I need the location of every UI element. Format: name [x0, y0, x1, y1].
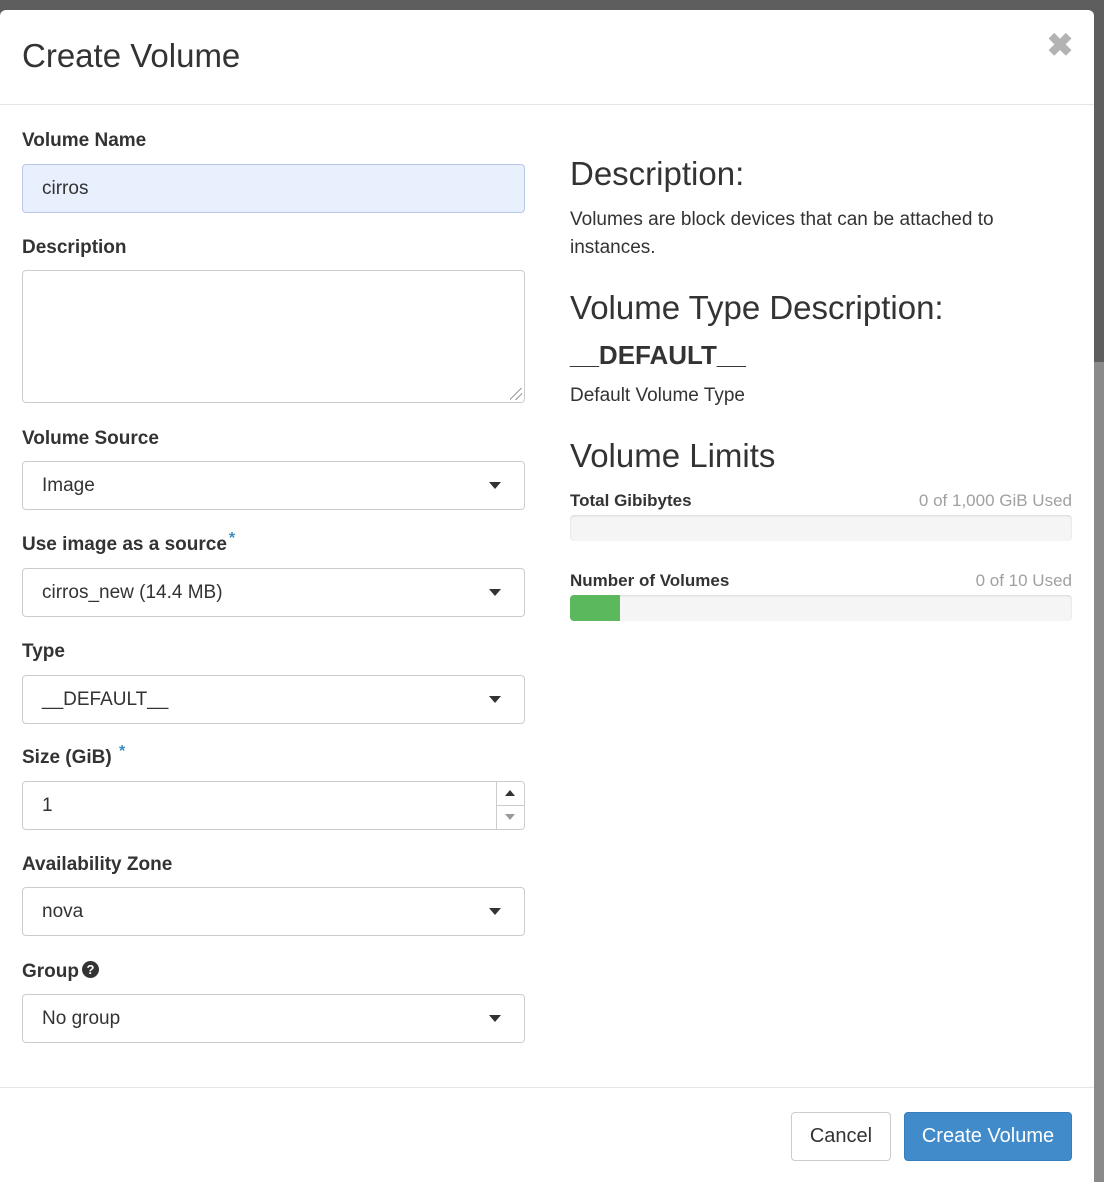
close-icon[interactable]: ✖: [1043, 28, 1077, 62]
volume-source-label: Volume Source: [22, 428, 159, 449]
limit-used-gibibytes: 0 of 1,000 GiB Used: [918, 491, 1072, 510]
volume-limits-heading: Volume Limits: [570, 437, 776, 474]
availability-zone-value: nova: [42, 901, 84, 922]
size-value: 1: [42, 795, 53, 816]
description-heading: Description:: [570, 155, 745, 192]
required-marker: *: [228, 530, 236, 547]
type-select[interactable]: __DEFAULT__: [22, 675, 525, 724]
limit-used-volumes: 0 of 10 Used: [975, 571, 1072, 590]
group-label: Group?: [22, 960, 99, 984]
type-value: __DEFAULT__: [42, 689, 169, 710]
page-backdrop-edge-lower: [1094, 362, 1104, 1182]
caret-down-icon: [489, 696, 501, 703]
volume-source-value: Image: [42, 475, 95, 496]
availability-zone-select[interactable]: nova: [22, 887, 525, 936]
size-label-text: Size (GiB): [22, 747, 112, 768]
image-source-value: cirros_new (14.4 MB): [42, 582, 223, 603]
size-label: Size (GiB) *: [22, 743, 126, 770]
volumes-progress: [570, 595, 1072, 621]
type-label: Type: [22, 641, 65, 662]
image-source-label-text: Use image as a source: [22, 534, 227, 555]
caret-down-icon: [489, 589, 501, 596]
create-volume-modal: Create Volume ✖ Volume Name cirros Descr…: [0, 10, 1094, 1182]
modal-title: Create Volume: [22, 37, 241, 74]
size-stepper: [496, 782, 524, 829]
volumes-progress-bar: [570, 595, 621, 621]
volume-type-text: Default Volume Type: [570, 385, 745, 406]
description-text: Volumes are block devices that can be at…: [570, 209, 994, 258]
volume-name-label: Volume Name: [22, 130, 147, 151]
volume-source-select[interactable]: Image: [22, 461, 525, 510]
image-source-select[interactable]: cirros_new (14.4 MB): [22, 568, 525, 617]
modal-footer: Cancel Create Volume: [0, 1087, 1094, 1182]
gibibytes-progress: [570, 515, 1072, 541]
cancel-button[interactable]: Cancel: [791, 1112, 891, 1161]
group-select[interactable]: No group: [22, 994, 525, 1043]
volume-name-value: cirros: [42, 178, 89, 199]
resize-handle-icon[interactable]: [510, 388, 522, 400]
modal-header: Create Volume ✖: [0, 10, 1094, 105]
group-value: No group: [42, 1008, 121, 1029]
volume-name-input[interactable]: cirros: [22, 164, 525, 213]
required-marker: *: [119, 743, 126, 760]
availability-zone-label: Availability Zone: [22, 854, 173, 875]
description-label: Description: [22, 237, 127, 258]
image-source-label: Use image as a source *: [22, 530, 236, 557]
question-circle-icon[interactable]: ?: [82, 961, 99, 979]
increment-arrow-icon[interactable]: [497, 782, 524, 806]
description-textarea[interactable]: [22, 270, 525, 403]
volume-type-name: __DEFAULT__: [570, 340, 746, 370]
decrement-arrow-icon[interactable]: [497, 805, 524, 828]
caret-down-icon: [489, 908, 501, 915]
caret-down-icon: [489, 1015, 501, 1022]
create-volume-button[interactable]: Create Volume: [904, 1112, 1072, 1161]
limit-label-volumes: Number of Volumes: [570, 571, 730, 590]
caret-down-icon: [489, 482, 501, 489]
group-label-text: Group: [22, 961, 79, 982]
size-input[interactable]: 1: [22, 781, 525, 830]
limit-label-gibibytes: Total Gibibytes: [570, 491, 692, 510]
volume-type-heading: Volume Type Description:: [570, 289, 944, 326]
